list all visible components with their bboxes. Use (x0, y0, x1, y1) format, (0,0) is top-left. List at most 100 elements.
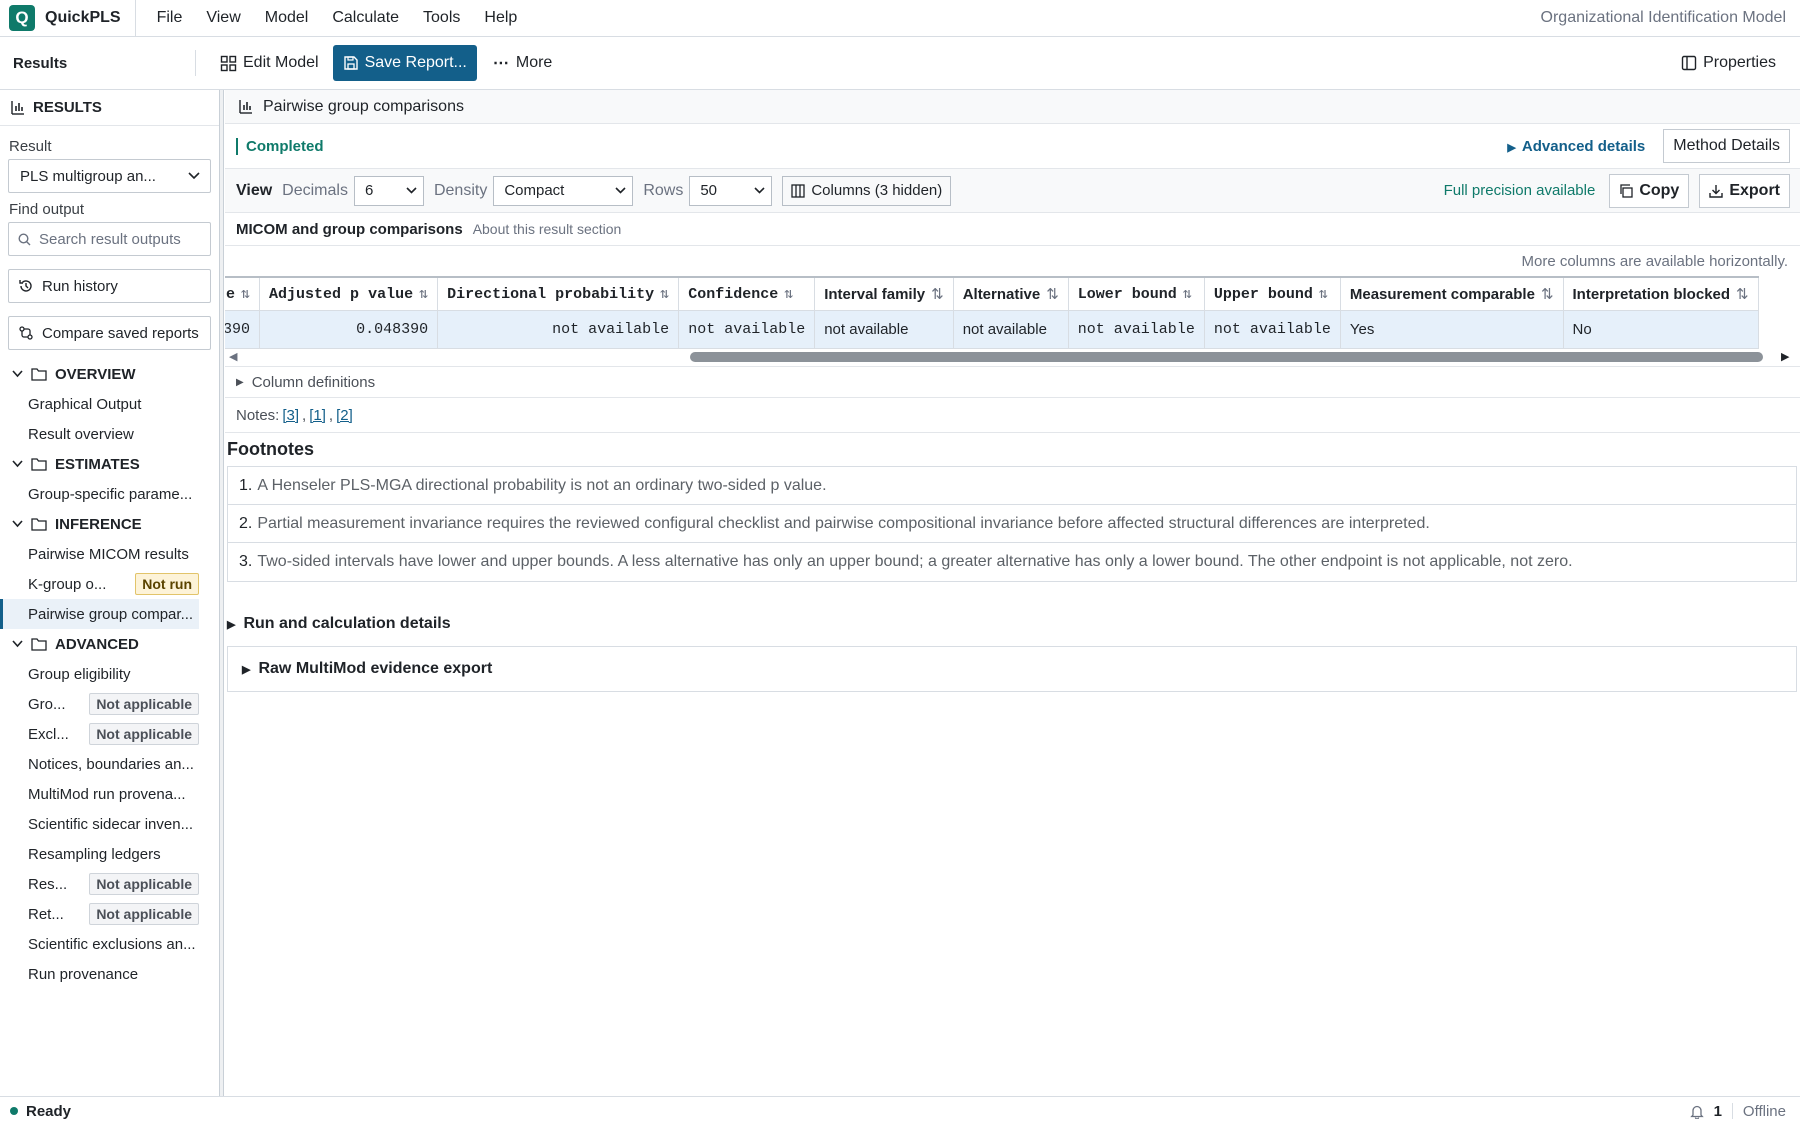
save-icon (343, 55, 359, 71)
sidebar-item-graphical-output[interactable]: Graphical Output (0, 389, 199, 419)
save-report-label: Save Report... (364, 54, 467, 71)
table-cell: not available (1203, 309, 1341, 349)
table-cell: not available (437, 309, 680, 349)
column-header-lower-bound[interactable]: Lower bound ⇅ (1067, 276, 1205, 311)
decimals-select[interactable]: 6 (353, 175, 424, 206)
menu-tools[interactable]: Tools (411, 9, 472, 27)
column-header-interpretation-blocked[interactable]: Interpretation blocked ⇅ (1562, 276, 1759, 311)
column-header-label: Lower bound (1077, 286, 1177, 304)
sidebar-resize-handle[interactable] (220, 90, 224, 1096)
footnote-item: 2. Partial measurement invariance require… (228, 505, 1796, 543)
table-row[interactable]: 0.048390 0.048390 not available not avai… (225, 309, 1759, 349)
status-row: Completed ▶ Advanced details Method Detai… (225, 124, 1800, 169)
chevron-down-icon (406, 187, 417, 194)
notification-count[interactable]: 1 (1714, 1103, 1722, 1120)
compare-label: Compare saved reports (42, 324, 199, 342)
advanced-details-toggle[interactable]: ▶ Advanced details (1507, 138, 1645, 155)
sidebar-item-excl[interactable]: Excl... Not applicable (0, 719, 199, 749)
sidebar-item-pairwise-group-comparisons[interactable]: Pairwise group compar... (0, 599, 199, 629)
rows-select[interactable]: 50 (689, 175, 773, 206)
edit-model-button[interactable]: Edit Model (210, 45, 329, 81)
copy-button[interactable]: Copy (1609, 173, 1690, 208)
column-header-p-value[interactable]: p value ⇅ (225, 276, 261, 311)
section-title: MICOM and group comparisons (236, 220, 463, 238)
save-report-button[interactable]: Save Report... (332, 45, 477, 81)
properties-button[interactable]: Properties (1671, 45, 1786, 81)
menu-model[interactable]: Model (253, 9, 321, 27)
note-link[interactable]: [1] (309, 407, 326, 424)
column-header-upper-bound[interactable]: Upper bound ⇅ (1203, 276, 1341, 311)
column-header-alternative[interactable]: Alternative ⇅ (952, 276, 1069, 311)
menu-file[interactable]: File (145, 9, 195, 27)
run-history-button[interactable]: Run history (8, 269, 211, 303)
sidebar-item-run-provenance[interactable]: Run provenance (0, 959, 199, 989)
panel-icon (1681, 55, 1697, 71)
sidebar-item-result-overview[interactable]: Result overview (0, 419, 199, 449)
folder-icon (31, 517, 47, 531)
chevron-down-icon (188, 172, 200, 180)
scrollbar-thumb[interactable] (690, 352, 1763, 362)
footnote-number: 2. (239, 514, 253, 532)
column-header-measurement-comparable[interactable]: Measurement comparable ⇅ (1339, 276, 1564, 311)
chevron-down-icon (12, 640, 23, 648)
chevron-down-icon (12, 520, 23, 528)
columns-button[interactable]: Columns (3 hidden) (782, 175, 952, 206)
column-header-interval-family[interactable]: Interval family ⇅ (814, 276, 954, 311)
sidebar-item-k-group[interactable]: K-group o... Not run (0, 569, 199, 599)
model-title: Organizational Identification Model (1540, 9, 1786, 26)
raw-export-toggle[interactable]: ▶ Raw MultiMod evidence export (227, 646, 1797, 692)
bell-icon[interactable] (1689, 1104, 1704, 1119)
scroll-right-icon[interactable]: ▶ (1781, 350, 1789, 363)
column-header-adjusted-p[interactable]: Adjusted p value ⇅ (259, 276, 439, 311)
menu-help[interactable]: Help (472, 9, 529, 27)
decimals-value: 6 (364, 182, 374, 199)
sidebar-item-res[interactable]: Res... Not applicable (0, 869, 199, 899)
view-controls: View Decimals 6 Density Compact Rows 50 … (225, 169, 1800, 213)
section-inference-title: INFERENCE (55, 515, 142, 533)
sidebar-item-resampling-ledgers[interactable]: Resampling ledgers (0, 839, 199, 869)
column-header-confidence[interactable]: Confidence ⇅ (678, 276, 816, 311)
compare-reports-button[interactable]: Compare saved reports (8, 316, 211, 350)
section-estimates[interactable]: ESTIMATES (0, 449, 219, 479)
section-inference[interactable]: INFERENCE (0, 509, 219, 539)
sidebar-item-multimod-provenance[interactable]: MultiMod run provena... (0, 779, 199, 809)
search-input[interactable]: Search result outputs (8, 222, 211, 256)
column-definitions-toggle[interactable]: ▶ Column definitions (225, 366, 1800, 398)
sidebar-item-group-eligibility[interactable]: Group eligibility (0, 659, 199, 689)
note-link[interactable]: [3] (282, 407, 299, 424)
toolbar-title: Results (13, 54, 68, 72)
column-header-directional-probability[interactable]: Directional probability ⇅ (437, 276, 680, 311)
scroll-left-icon[interactable]: ◀ (229, 350, 237, 363)
columns-label: Columns (3 hidden) (811, 182, 943, 199)
sidebar-item-pairwise-micom[interactable]: Pairwise MICOM results (0, 539, 199, 569)
horizontal-scrollbar[interactable]: ◀ ▶ (225, 348, 1800, 364)
sidebar-item-ret[interactable]: Ret... Not applicable (0, 899, 199, 929)
run-details-toggle[interactable]: ▶ Run and calculation details (225, 602, 1800, 646)
method-details-button[interactable]: Method Details (1663, 129, 1790, 163)
result-select[interactable]: PLS multigroup an... (8, 159, 211, 193)
sidebar-item-sidecar-inventory[interactable]: Scientific sidecar inven... (0, 809, 199, 839)
about-section-link[interactable]: About this result section (473, 221, 622, 237)
section-advanced[interactable]: ADVANCED (0, 629, 219, 659)
menu-view[interactable]: View (194, 9, 252, 27)
sidebar-item-scientific-exclusions[interactable]: Scientific exclusions an... (0, 929, 199, 959)
compare-icon (18, 325, 34, 341)
sort-icon: ⇅ (784, 286, 794, 304)
table-header-row: p value ⇅ Adjusted p value ⇅ Directional p… (225, 276, 1759, 311)
export-label: Export (1729, 181, 1780, 199)
sidebar-item-gro[interactable]: Gro... Not applicable (0, 689, 199, 719)
grid-icon (220, 55, 237, 72)
sidebar-item-notices[interactable]: Notices, boundaries an... (0, 749, 199, 779)
footnote-number: 3. (239, 553, 253, 570)
more-dots-icon: ⋯ (492, 55, 510, 72)
section-overview[interactable]: OVERVIEW (0, 359, 219, 389)
column-header-label: Measurement comparable (1349, 285, 1535, 303)
export-button[interactable]: Export (1699, 173, 1790, 208)
menu-calculate[interactable]: Calculate (320, 9, 411, 27)
sidebar-item-group-specific[interactable]: Group-specific parame... (0, 479, 199, 509)
density-select[interactable]: Compact (493, 175, 634, 206)
note-link[interactable]: [2] (336, 407, 353, 424)
sidebar-title: RESULTS (33, 99, 102, 116)
results-table-scroll[interactable]: p value ⇅ Adjusted p value ⇅ Directional p… (225, 276, 1800, 366)
more-button[interactable]: ⋯ More (483, 45, 562, 81)
